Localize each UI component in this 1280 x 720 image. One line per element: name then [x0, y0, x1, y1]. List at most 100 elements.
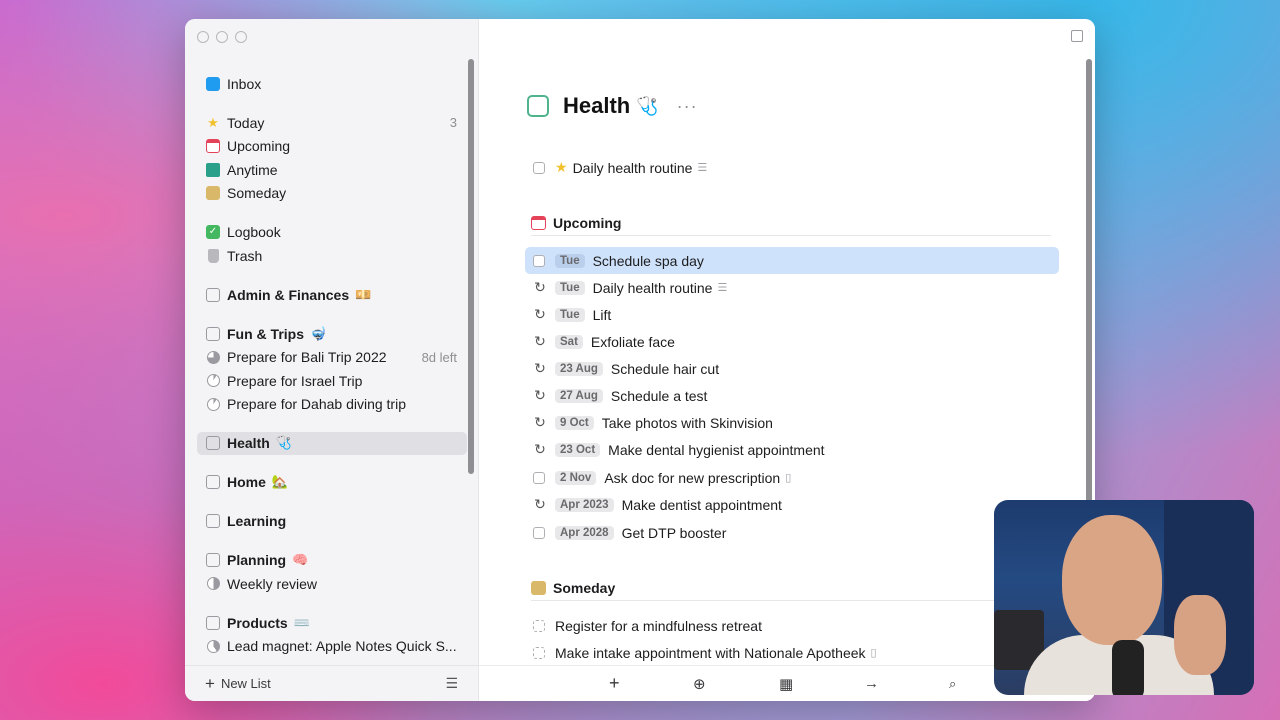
task-checkbox[interactable]	[533, 471, 545, 484]
sidebar-scrollbar[interactable]	[468, 59, 474, 474]
add-circle-icon[interactable]: ⊕	[693, 675, 706, 693]
task-row[interactable]: 2 Nov Ask doc for new prescription ▯	[525, 464, 1059, 491]
sidebar-area-health[interactable]: Health 🩺	[197, 431, 467, 455]
calendar-icon[interactable]: ▦	[779, 675, 793, 693]
date-badge: 27 Aug	[555, 388, 603, 403]
note-icon: ▯	[785, 472, 792, 484]
sidebar-footer: + New List ☰	[185, 665, 478, 701]
sidebar: Inbox ★ Today 3 Upcoming Anytime Someday	[185, 19, 479, 701]
task-row[interactable]: Register for a mindfulness retreat	[525, 612, 1059, 639]
plus-icon: +	[205, 673, 215, 693]
task-title: Take photos with Skinvision	[601, 414, 773, 431]
task-row[interactable]: ↻ 27 Aug Schedule a test	[525, 382, 1059, 409]
minimize-window-button[interactable]	[216, 31, 228, 43]
task-title: Make intake appointment with Nationale A…	[555, 644, 866, 661]
logbook-check-icon: ✓	[205, 224, 221, 240]
star-icon: ★	[555, 159, 568, 175]
task-row[interactable]: Tue Schedule spa day	[525, 247, 1059, 274]
sidebar-item-logbook[interactable]: ✓ Logbook	[197, 221, 467, 245]
sidebar-area-planning[interactable]: Planning 🧠	[197, 549, 467, 573]
task-row[interactable]: ★ Daily health routine ☰	[525, 154, 1059, 181]
filter-settings-icon[interactable]: ☰	[445, 675, 458, 692]
microphone	[1112, 640, 1144, 695]
date-badge: Apr 2028	[555, 525, 614, 540]
repeat-icon: ↻	[534, 414, 546, 430]
close-window-button[interactable]	[197, 31, 209, 43]
deadline-label: 8d left	[421, 349, 457, 365]
area-cube-icon	[205, 435, 221, 451]
task-title: Schedule a test	[610, 387, 708, 404]
task-title: Schedule spa day	[592, 252, 704, 269]
task-row[interactable]: Make intake appointment with Nationale A…	[525, 639, 1059, 666]
task-title: Register for a mindfulness retreat	[555, 617, 762, 634]
task-row[interactable]: ↻ Apr 2023 Make dentist appointment	[525, 491, 1059, 518]
new-list-button[interactable]: New List	[221, 676, 271, 691]
plus-icon[interactable]: +	[609, 673, 620, 694]
repeat-icon: ↻	[534, 279, 546, 295]
sidebar-project-lead-magnet[interactable]: Lead magnet: Apple Notes Quick S...	[197, 635, 467, 659]
more-options-icon[interactable]: ···	[677, 96, 698, 117]
task-row[interactable]: ↻ 23 Aug Schedule hair cut	[525, 355, 1059, 382]
keyboard-emoji-icon: ⌨️	[293, 614, 310, 630]
sidebar-area-learning[interactable]: Learning	[197, 510, 467, 534]
someday-section-header[interactable]: Someday	[531, 575, 1051, 601]
page-title[interactable]: Health	[563, 93, 630, 119]
task-row[interactable]: ↻ Tue Lift	[525, 301, 1059, 328]
task-row[interactable]: ↻ 23 Oct Make dental hygienist appointme…	[525, 436, 1059, 463]
things-window: Inbox ★ Today 3 Upcoming Anytime Someday	[185, 19, 1095, 701]
repeat-icon: ↻	[534, 496, 546, 512]
project-progress-icon	[205, 349, 221, 365]
archive-box-icon	[205, 185, 221, 201]
task-checkbox[interactable]	[533, 254, 545, 267]
search-icon[interactable]: ⌕	[949, 676, 956, 692]
task-title: Schedule hair cut	[610, 360, 720, 377]
date-badge: Tue	[555, 280, 585, 295]
sidebar-area-home[interactable]: Home 🏡	[197, 471, 467, 495]
checklist-icon: ☰	[697, 162, 708, 174]
task-title: Lift	[592, 306, 612, 323]
sidebar-project-dahab[interactable]: Prepare for Dahab diving trip	[197, 393, 467, 417]
task-row[interactable]: ↻ 9 Oct Take photos with Skinvision	[525, 409, 1059, 436]
project-progress-icon	[205, 373, 221, 389]
sidebar-area-admin[interactable]: Admin & Finances 💴	[197, 283, 467, 307]
house-emoji-icon: 🏡	[271, 474, 289, 490]
stethoscope-emoji-icon: 🩺	[636, 95, 659, 116]
task-row[interactable]: ↻ Tue Daily health routine ☰	[525, 274, 1059, 301]
sidebar-item-upcoming[interactable]: Upcoming	[197, 135, 467, 159]
task-row[interactable]: Apr 2028 Get DTP booster ⚑	[525, 519, 1061, 546]
sidebar-project-bali[interactable]: Prepare for Bali Trip 2022 8d left	[197, 346, 467, 370]
task-checkbox[interactable]	[533, 646, 545, 659]
task-title: Daily health routine	[592, 279, 713, 296]
upcoming-section-header[interactable]: Upcoming	[531, 210, 1051, 236]
task-row[interactable]: ↻ Sat Exfoliate face	[525, 328, 1059, 355]
star-icon: ★	[207, 114, 219, 130]
note-icon: ▯	[870, 647, 877, 659]
sidebar-area-fun-trips[interactable]: Fun & Trips 🤿	[197, 322, 467, 346]
sidebar-list: Inbox ★ Today 3 Upcoming Anytime Someday	[197, 72, 467, 658]
sidebar-item-someday[interactable]: Someday	[197, 182, 467, 206]
checklist-icon: ☰	[717, 282, 728, 294]
arrow-right-icon[interactable]: →	[864, 675, 879, 692]
calendar-icon	[531, 215, 546, 230]
project-progress-icon	[205, 396, 221, 412]
copy-window-icon[interactable]	[1071, 30, 1083, 42]
sidebar-item-trash[interactable]: Trash	[197, 244, 467, 268]
sidebar-item-inbox[interactable]: Inbox	[197, 72, 467, 96]
sidebar-item-today[interactable]: ★ Today 3	[197, 111, 467, 135]
task-checkbox[interactable]	[533, 619, 545, 632]
calendar-icon	[205, 138, 221, 154]
sidebar-project-weekly-review[interactable]: Weekly review	[197, 572, 467, 596]
zoom-window-button[interactable]	[235, 31, 247, 43]
task-checkbox[interactable]	[533, 161, 545, 174]
sidebar-item-anytime[interactable]: Anytime	[197, 158, 467, 182]
sidebar-area-products[interactable]: Products ⌨️	[197, 611, 467, 635]
task-checkbox[interactable]	[533, 526, 545, 539]
task-title: Make dentist appointment	[621, 496, 782, 513]
sidebar-project-israel[interactable]: Prepare for Israel Trip	[197, 369, 467, 393]
date-badge: Tue	[555, 253, 585, 268]
today-count: 3	[449, 115, 457, 131]
repeat-icon: ↻	[534, 360, 546, 376]
task-title: Exfoliate face	[590, 333, 675, 350]
repeat-icon: ↻	[534, 306, 546, 322]
stethoscope-emoji-icon: 🩺	[275, 435, 292, 451]
